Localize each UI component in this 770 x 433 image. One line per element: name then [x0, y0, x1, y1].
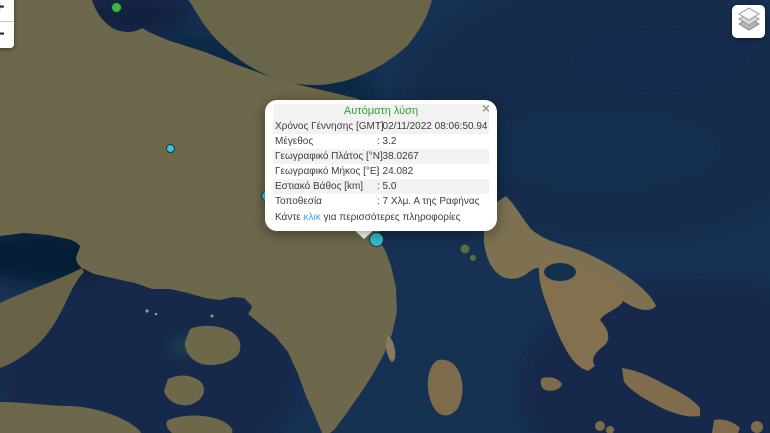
layers-button[interactable] [732, 5, 765, 38]
event-marker-cyan[interactable] [166, 144, 175, 153]
map-application: × Αυτόματη λύση Χρόνος Γέννησης [GMT] : … [0, 0, 770, 433]
footer-text-pre: Κάντε [275, 212, 304, 223]
close-icon[interactable]: × [482, 101, 490, 115]
row-label: Μέγεθος [273, 134, 377, 149]
row-value: : 02/11/2022 08:06:50.94 [377, 119, 489, 134]
popup-row-longitude: Γεωγραφικό Μήκος [°E] : 24.082 [273, 164, 489, 179]
row-label: Γεωγραφικό Πλάτος [°N] [273, 149, 377, 164]
row-label: Χρόνος Γέννησης [GMT] [273, 119, 377, 134]
popup-row-location: Τοποθεσία : 7 Χλμ. Α της Ραφήνας [273, 194, 489, 209]
earthquake-popup: × Αυτόματη λύση Χρόνος Γέννησης [GMT] : … [265, 100, 497, 231]
row-value: : 5.0 [377, 179, 489, 194]
row-value: : 38.0267 [377, 149, 489, 164]
row-value: : 3.2 [377, 134, 489, 149]
popup-row-magnitude: Μέγεθος : 3.2 [273, 134, 489, 149]
popup-footer: Κάντε κλικ για περισσότερες πληροφορίες [273, 209, 489, 226]
zoom-out-button[interactable]: − [0, 22, 14, 48]
row-value: : 24.082 [377, 164, 489, 179]
row-label: Γεωγραφικό Μήκος [°E] [273, 164, 377, 179]
row-label: Τοποθεσία [273, 194, 377, 209]
footer-text-post: για περισσότερες πληροφορίες [321, 212, 461, 223]
more-info-link[interactable]: κλικ [304, 212, 321, 223]
layers-icon [736, 6, 762, 37]
popup-row-depth: Εστιακό Βάθος [km] : 5.0 [273, 179, 489, 194]
popup-row-latitude: Γεωγραφικό Πλάτος [°N] : 38.0267 [273, 149, 489, 164]
row-label: Εστιακό Βάθος [km] [273, 179, 377, 194]
event-marker-green[interactable] [111, 2, 122, 13]
zoom-in-button[interactable]: + [0, 0, 14, 22]
zoom-control: + − [0, 0, 14, 48]
row-value: : 7 Χλμ. Α της Ραφήνας [377, 194, 489, 209]
popup-row-origin-time: Χρόνος Γέννησης [GMT] : 02/11/2022 08:06… [273, 119, 489, 134]
popup-title: Αυτόματη λύση [273, 104, 489, 119]
